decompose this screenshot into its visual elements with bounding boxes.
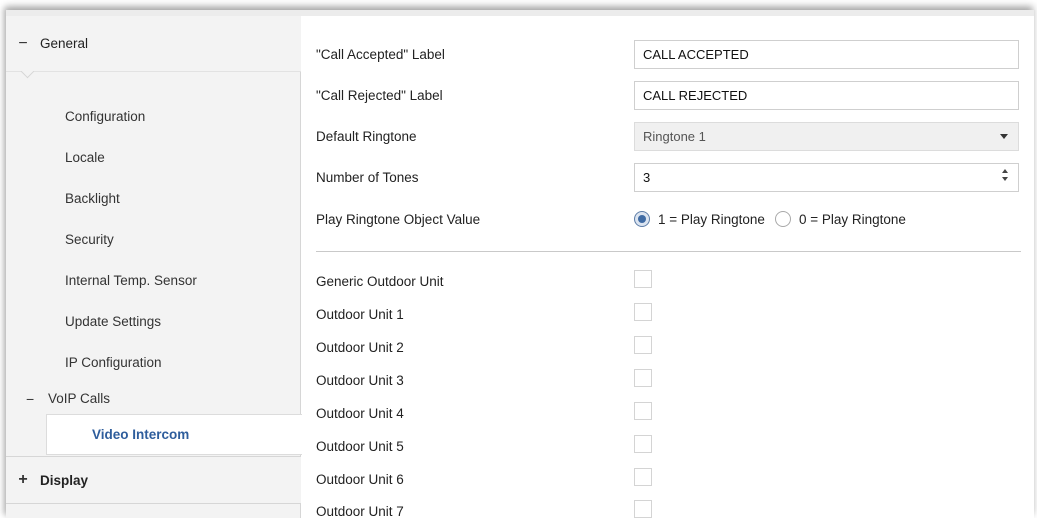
generic-outdoor-unit-checkbox[interactable] xyxy=(634,270,652,288)
outdoor-unit-row: Outdoor Unit 1 xyxy=(316,297,634,331)
outdoor-unit-label: Outdoor Unit 2 xyxy=(316,339,404,355)
sidebar-item-internal-temp-sensor[interactable]: Internal Temp. Sensor xyxy=(6,260,301,301)
sidebar-item-voip-calls[interactable]: − VoIP Calls xyxy=(6,378,301,419)
sidebar-group-display[interactable]: + Display xyxy=(6,456,301,504)
outdoor-unit-6-checkbox[interactable] xyxy=(634,468,652,486)
radio-option-0[interactable]: 0 = Play Ringtone xyxy=(774,211,906,227)
selected-value: Ringtone 1 xyxy=(643,129,706,144)
number-of-tones-stepper[interactable]: 3 xyxy=(634,163,1019,192)
sidebar-item-ip-configuration[interactable]: IP Configuration xyxy=(6,342,301,383)
sidebar-group-label: Display xyxy=(40,472,89,488)
call-accepted-input[interactable]: CALL ACCEPTED xyxy=(634,40,1019,69)
chevron-down-icon xyxy=(1000,134,1008,139)
section-divider xyxy=(316,251,1021,252)
outdoor-unit-row: Outdoor Unit 6 xyxy=(316,462,634,496)
outdoor-unit-row: Outdoor Unit 3 xyxy=(316,363,634,397)
call-accepted-label: "Call Accepted" Label xyxy=(316,46,445,62)
radio-selected-icon[interactable] xyxy=(634,211,650,227)
call-rejected-label: "Call Rejected" Label xyxy=(316,87,443,103)
sidebar-item-label: Security xyxy=(65,232,114,247)
play-ringtone-row: Play Ringtone Object Value xyxy=(316,202,634,236)
stepper-value: 3 xyxy=(643,170,651,185)
sidebar-group-general[interactable]: − General xyxy=(6,16,301,72)
expand-icon[interactable]: + xyxy=(6,471,40,489)
outdoor-unit-row: Outdoor Unit 7 xyxy=(316,494,634,518)
sidebar-item-locale[interactable]: Locale xyxy=(6,137,301,178)
sidebar-item-label: Internal Temp. Sensor xyxy=(65,273,197,288)
outdoor-unit-5-checkbox[interactable] xyxy=(634,435,652,453)
outdoor-unit-label: Outdoor Unit 1 xyxy=(316,306,404,322)
outdoor-unit-label: Outdoor Unit 5 xyxy=(316,438,404,454)
outdoor-unit-1-checkbox[interactable] xyxy=(634,303,652,321)
outdoor-unit-label: Outdoor Unit 4 xyxy=(316,405,404,421)
outdoor-unit-label: Generic Outdoor Unit xyxy=(316,273,444,289)
default-ringtone-select[interactable]: Ringtone 1 xyxy=(634,122,1019,151)
outdoor-unit-row: Outdoor Unit 5 xyxy=(316,429,634,463)
default-ringtone-label: Default Ringtone xyxy=(316,128,417,144)
sidebar-item-label: Configuration xyxy=(65,109,146,124)
sidebar-item-label: VoIP Calls xyxy=(48,391,111,406)
sidebar-item-configuration[interactable]: Configuration xyxy=(6,96,301,137)
call-rejected-input[interactable]: CALL REJECTED xyxy=(634,81,1019,110)
sidebar-item-label: Backlight xyxy=(65,191,120,206)
sidebar: − General Configuration Locale Backlight… xyxy=(6,16,303,518)
outdoor-unit-label: Outdoor Unit 7 xyxy=(316,503,404,518)
radio-option-1[interactable]: 1 = Play Ringtone xyxy=(634,211,765,227)
outdoor-unit-row: Generic Outdoor Unit xyxy=(316,264,634,298)
group-notch xyxy=(20,71,34,79)
outdoor-unit-label: Outdoor Unit 3 xyxy=(316,372,404,388)
sidebar-item-label: IP Configuration xyxy=(65,355,162,370)
outdoor-unit-label: Outdoor Unit 6 xyxy=(316,471,404,487)
sidebar-item-backlight[interactable]: Backlight xyxy=(6,178,301,219)
play-ringtone-radio-group: 1 = Play Ringtone 0 = Play Ringtone xyxy=(634,205,916,233)
sidebar-item-label: Update Settings xyxy=(65,314,162,329)
number-of-tones-row: Number of Tones xyxy=(316,160,634,194)
sidebar-item-security[interactable]: Security xyxy=(6,219,301,260)
outdoor-unit-2-checkbox[interactable] xyxy=(634,336,652,354)
number-of-tones-label: Number of Tones xyxy=(316,169,419,185)
parameters-panel: "Call Accepted" Label CALL ACCEPTED "Cal… xyxy=(302,16,1034,518)
stepper-down-icon[interactable] xyxy=(1002,177,1008,181)
collapse-icon[interactable]: − xyxy=(6,35,40,53)
outdoor-unit-4-checkbox[interactable] xyxy=(634,402,652,420)
radio-option-label: 0 = Play Ringtone xyxy=(798,211,906,227)
radio-unselected-icon[interactable] xyxy=(774,211,791,227)
stepper-arrows[interactable] xyxy=(1002,169,1010,185)
outdoor-unit-7-checkbox[interactable] xyxy=(634,500,652,518)
outdoor-unit-row: Outdoor Unit 4 xyxy=(316,396,634,430)
sidebar-item-video-intercom[interactable]: Video Intercom xyxy=(46,414,303,455)
outdoor-unit-3-checkbox[interactable] xyxy=(634,369,652,387)
sidebar-item-label: Video Intercom xyxy=(92,427,190,442)
call-rejected-row: "Call Rejected" Label xyxy=(316,78,634,112)
sidebar-item-update-settings[interactable]: Update Settings xyxy=(6,301,301,342)
default-ringtone-row: Default Ringtone xyxy=(316,119,634,153)
sidebar-group-label: General xyxy=(40,36,89,51)
stepper-up-icon[interactable] xyxy=(1002,169,1008,173)
collapse-icon[interactable]: − xyxy=(26,391,48,407)
radio-option-label: 1 = Play Ringtone xyxy=(658,211,765,227)
sidebar-item-label: Locale xyxy=(65,150,105,165)
play-ringtone-label: Play Ringtone Object Value xyxy=(316,211,481,227)
call-accepted-row: "Call Accepted" Label xyxy=(316,37,634,71)
settings-window: − General Configuration Locale Backlight… xyxy=(6,10,1034,518)
outdoor-unit-row: Outdoor Unit 2 xyxy=(316,330,634,364)
